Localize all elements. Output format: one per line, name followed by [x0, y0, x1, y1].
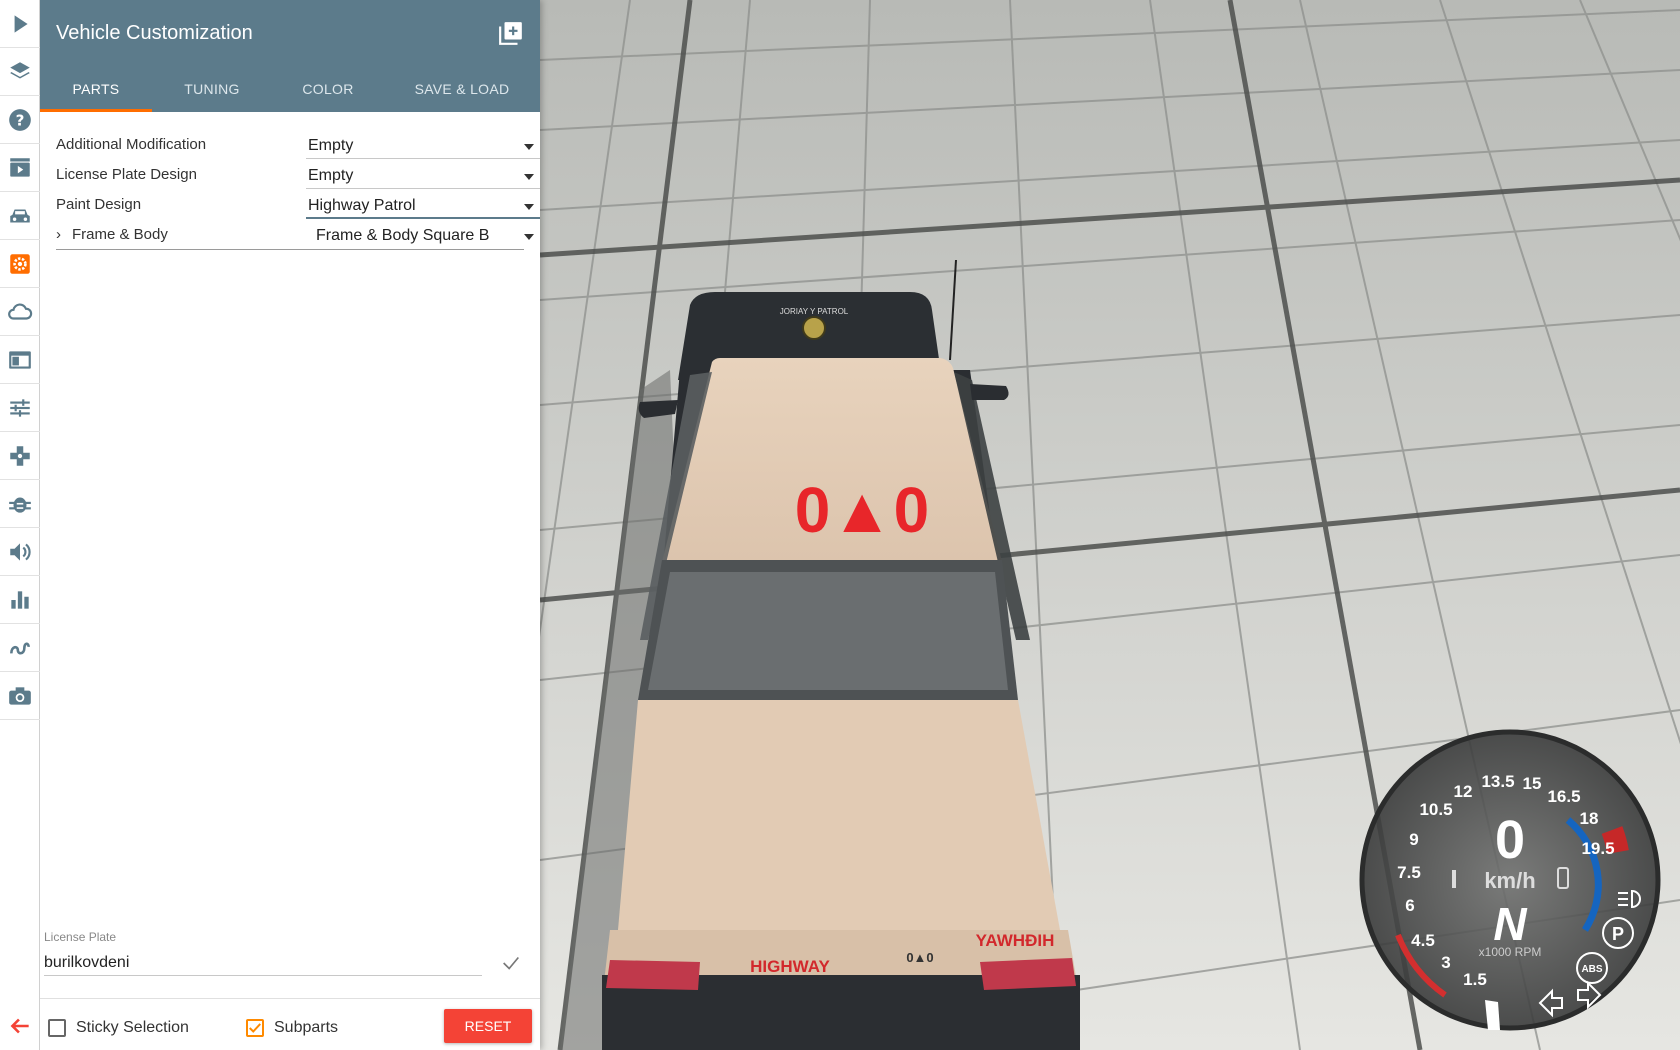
gauge-tick: 4.5	[1411, 931, 1435, 950]
add-window-icon[interactable]	[498, 20, 524, 46]
bug-icon[interactable]	[0, 480, 40, 528]
part-row: Paint Design Highway Patrol	[56, 190, 540, 220]
tab-parts[interactable]: PARTS	[40, 66, 152, 112]
gear-indicator: N	[1493, 898, 1527, 950]
gauge-tick: 7.5	[1397, 863, 1421, 882]
dropdown-caret-icon	[524, 234, 534, 240]
window-icon[interactable]	[0, 336, 40, 384]
confirm-check-icon[interactable]	[500, 952, 522, 974]
part-select-frame-body[interactable]: Frame & Body Square B	[306, 223, 540, 249]
volume-icon[interactable]	[0, 528, 40, 576]
gamepad-icon[interactable]	[0, 432, 40, 480]
roof-number: 0▲0	[795, 474, 930, 546]
tab-color[interactable]: COLOR	[272, 66, 384, 112]
gauge-tick: 16.5	[1547, 787, 1580, 806]
part-label: Frame & Body	[72, 226, 168, 243]
part-select-additional-modification[interactable]: Empty	[306, 133, 540, 159]
gauge-tick: 3	[1441, 953, 1450, 972]
gauge-tick: 18	[1580, 809, 1599, 828]
speed-unit: km/h	[1484, 868, 1535, 893]
panel-footer: Sticky Selection Subparts RESET	[40, 998, 540, 1050]
part-label: Additional Modification	[56, 136, 207, 153]
gauge-tick: 12	[1454, 782, 1473, 801]
dropdown-caret-icon	[524, 204, 534, 210]
tab-tuning[interactable]: TUNING	[152, 66, 272, 112]
trunk-text-left: HIGHWAY	[750, 957, 830, 976]
help-icon[interactable]: ?	[0, 96, 40, 144]
dropdown-caret-icon	[524, 174, 534, 180]
speed-readout: 0	[1495, 810, 1525, 870]
panel-tabs: PARTS TUNING COLOR SAVE & LOAD	[40, 66, 540, 112]
sliders-icon[interactable]	[0, 384, 40, 432]
car-trunk	[618, 700, 1060, 930]
speedometer-gauge: 1.5 3 4.5 6 7.5 9 10.5 12 13.5 15 16.5 1…	[1359, 729, 1661, 1031]
gear-icon[interactable]	[0, 240, 40, 288]
cloud-icon[interactable]	[0, 288, 40, 336]
gauge-tick: 13.5	[1481, 772, 1514, 791]
trunk-text-right: YAWHĐIH	[976, 931, 1055, 950]
left-icon-rail: ?	[0, 0, 40, 1050]
rpm-unit: x1000 RPM	[1479, 945, 1542, 959]
path-icon[interactable]	[0, 624, 40, 672]
sticky-selection-label: Sticky Selection	[76, 1019, 189, 1036]
vehicle-customization-panel: Vehicle Customization PARTS TUNING COLOR…	[40, 0, 540, 1050]
part-row: Additional Modification Empty	[56, 130, 540, 160]
part-select-license-plate-design[interactable]: Empty	[306, 163, 540, 189]
subparts-label: Subparts	[274, 1019, 339, 1036]
camera-icon[interactable]	[0, 672, 40, 720]
part-select-value: Empty	[308, 137, 354, 154]
roof-badge-text: JORIAY Y PATROL	[780, 307, 849, 316]
back-arrow-icon[interactable]	[0, 1002, 40, 1050]
gauge-tick: 15	[1523, 774, 1542, 793]
part-row: License Plate Design Empty	[56, 160, 540, 190]
reset-button[interactable]: RESET	[444, 1009, 532, 1043]
expand-chevron-icon[interactable]: ›	[56, 226, 61, 243]
license-plate-label: License Plate	[44, 930, 117, 944]
part-row-frame-body: › Frame & Body Frame & Body Square B	[56, 220, 534, 250]
panel-header: Vehicle Customization PARTS TUNING COLOR…	[40, 0, 540, 112]
clapper-icon[interactable]	[0, 144, 40, 192]
scene-canvas: JORIAY Y PATROL 0▲0 HIGHWAY YAWHĐIH 0▲0 …	[540, 0, 1680, 1050]
part-label: License Plate Design	[56, 166, 197, 183]
temperature-icon	[1452, 870, 1456, 888]
layers-icon[interactable]	[0, 48, 40, 96]
vehicle-viewport[interactable]: JORIAY Y PATROL 0▲0 HIGHWAY YAWHĐIH 0▲0 …	[540, 0, 1680, 1050]
part-select-value: Frame & Body Square B	[316, 227, 490, 244]
abs-label: ABS	[1581, 964, 1602, 975]
gauge-tick: 19.5	[1581, 839, 1614, 858]
license-plate-input[interactable]	[44, 950, 482, 976]
gauge-tick: 1.5	[1463, 970, 1487, 989]
gauge-tick: 6	[1405, 896, 1414, 915]
tab-save-load[interactable]: SAVE & LOAD	[384, 66, 540, 112]
car-icon[interactable]	[0, 192, 40, 240]
park-label: P	[1612, 924, 1624, 944]
part-label: Paint Design	[56, 196, 142, 213]
rear-plate-number: 0▲0	[906, 950, 933, 965]
dropdown-caret-icon	[524, 144, 534, 150]
subparts-checkbox[interactable]	[246, 1019, 264, 1037]
gauge-tick: 9	[1409, 830, 1418, 849]
license-plate-field: License Plate	[44, 928, 534, 978]
part-select-paint-design[interactable]: Highway Patrol	[306, 193, 540, 219]
bar-chart-icon[interactable]	[0, 576, 40, 624]
sticky-selection-checkbox[interactable]	[48, 1019, 66, 1037]
part-select-value: Highway Patrol	[308, 197, 416, 214]
gauge-tick: 10.5	[1419, 800, 1452, 819]
play-icon[interactable]	[0, 0, 40, 48]
panel-title: Vehicle Customization	[56, 22, 253, 44]
part-select-value: Empty	[308, 167, 354, 184]
svg-text:?: ?	[16, 111, 25, 129]
